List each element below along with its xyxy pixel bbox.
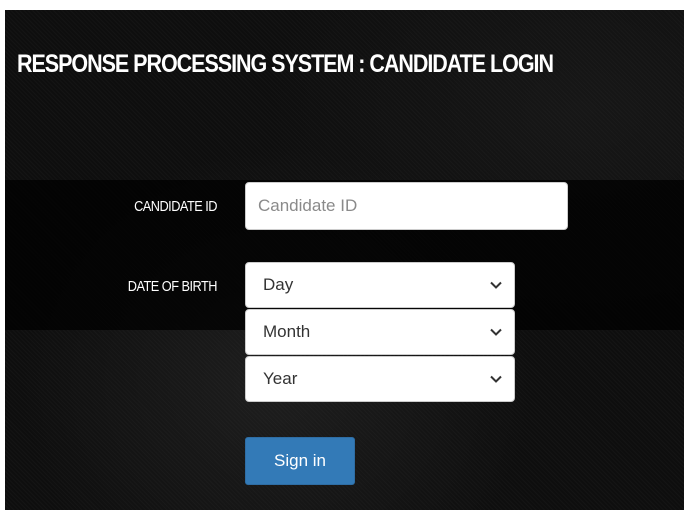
chevron-down-icon: [490, 375, 502, 383]
chevron-down-icon: [490, 281, 502, 289]
login-panel: RESPONSE PROCESSING SYSTEM : CANDIDATE L…: [5, 10, 684, 510]
day-select[interactable]: Day: [245, 262, 515, 308]
date-of-birth-label: DATE OF BIRTH: [127, 278, 218, 295]
candidate-id-input[interactable]: [245, 182, 568, 230]
year-select-value: Year: [263, 369, 298, 388]
year-select[interactable]: Year: [245, 356, 515, 402]
month-select[interactable]: Month: [245, 309, 515, 355]
sign-in-button[interactable]: Sign in: [245, 437, 355, 485]
chevron-down-icon: [490, 328, 502, 336]
page-title: RESPONSE PROCESSING SYSTEM : CANDIDATE L…: [17, 50, 554, 78]
month-select-value: Month: [263, 322, 311, 341]
day-select-value: Day: [263, 275, 294, 294]
candidate-id-label: CANDIDATE ID: [134, 198, 217, 215]
